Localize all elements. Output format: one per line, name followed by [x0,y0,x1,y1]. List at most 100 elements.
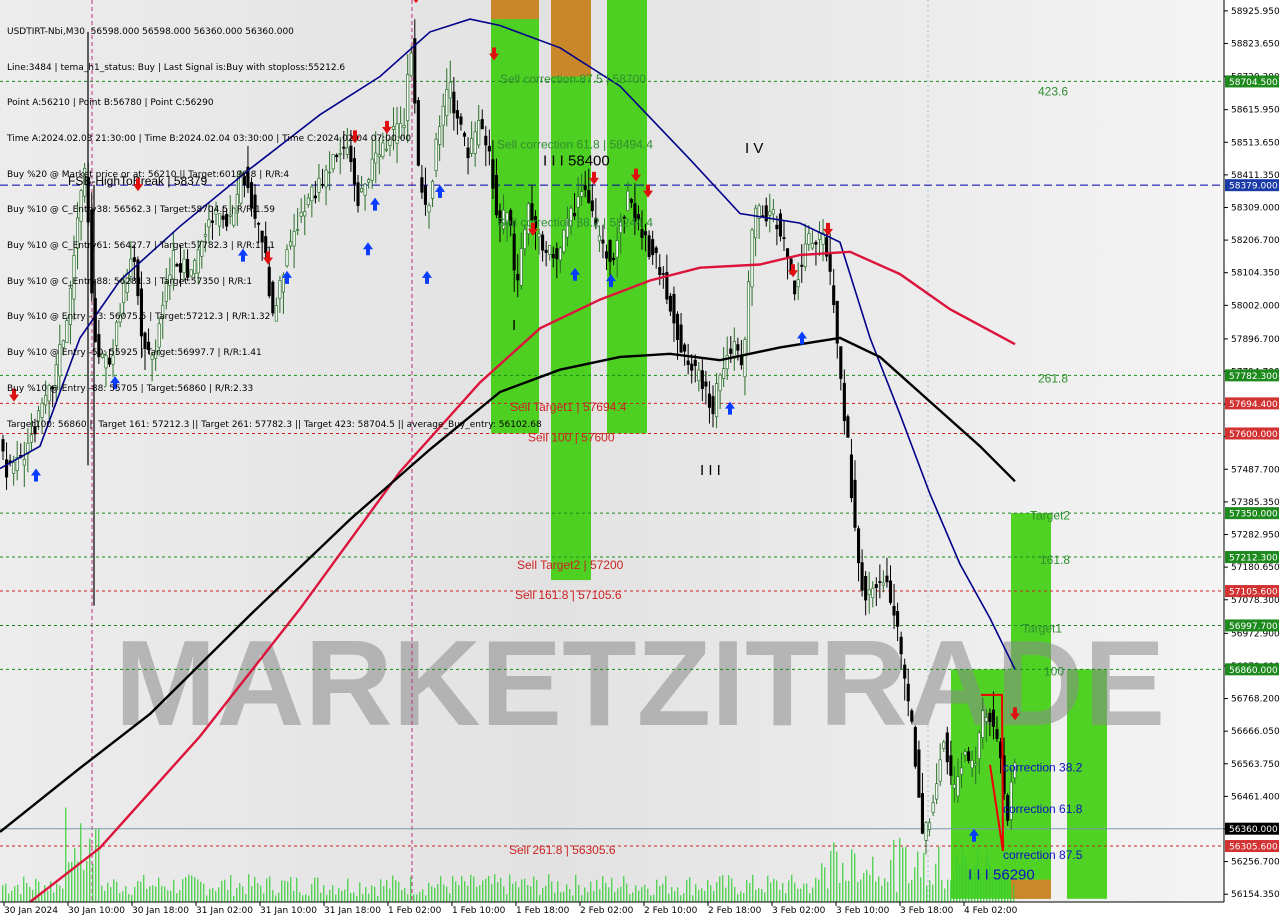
volume-bar [734,886,736,902]
volume-bar [437,884,439,902]
candle-body [729,348,733,354]
volume-bar [44,885,46,902]
volume-bar [662,883,664,902]
x-tick-label: 1 Feb 18:00 [516,906,570,916]
volume-bar [473,876,475,902]
volume-bar [896,892,898,902]
x-tick-label: 1 Feb 10:00 [452,906,506,916]
volume-bar [155,886,157,902]
volume-bar [152,885,154,902]
y-tick-label: 56768.200 [1231,695,1280,705]
volume-bar [557,881,559,902]
volume-bar [590,881,592,902]
candle-body [832,285,836,305]
volume-bar [509,874,511,902]
candle-body [544,249,548,253]
volume-bar [290,876,292,902]
candle-body [604,251,609,259]
volume-bar [302,895,304,902]
volume-bar [245,894,247,902]
volume-bar [305,894,307,902]
price-tag-label: 57694.400 [1229,400,1278,410]
volume-bar [839,882,841,902]
volume-bar [362,894,364,902]
volume-bar [212,888,214,902]
volume-bar [182,879,184,902]
volume-bar [17,884,19,902]
volume-bar [671,887,673,902]
volume-bar [179,890,181,902]
y-tick-label: 56563.750 [1231,760,1280,770]
volume-bar [299,892,301,902]
volume-bar [878,876,880,902]
volume-bar [170,890,172,902]
candle-body [903,664,907,679]
candle-body [590,200,594,212]
volume-bar [272,890,274,902]
candle-body [981,710,985,738]
candle-body [647,235,651,258]
annotation-label: 423.6 [1038,85,1068,99]
volume-bar [815,877,817,902]
volume-bar [707,879,709,902]
volume-bar [689,877,691,902]
candle-body [12,462,16,474]
volume-bar [755,889,757,902]
volume-bar [527,884,529,902]
volume-bar [203,883,205,902]
candle-body [541,234,545,251]
price-tag-label: 56305.600 [1229,843,1278,853]
signal-zone [551,0,591,77]
volume-bar [710,885,712,902]
volume-bar [719,876,721,902]
y-tick-label: 57385.350 [1231,498,1280,508]
volume-bar [257,883,259,902]
volume-bar [743,893,745,902]
volume-bar [449,893,451,902]
volume-bar [74,848,76,902]
volume-bar [233,895,235,902]
volume-bar [365,887,367,902]
price-tag-label: 57600.000 [1229,430,1278,440]
volume-bar [737,894,739,902]
candle-body [899,636,903,655]
volume-bar [617,888,619,902]
candle-body [683,344,687,352]
volume-bar [455,881,457,902]
candle-body [548,245,552,255]
volume-bar [413,894,415,902]
volume-bar [818,879,820,902]
candle-body [714,383,719,418]
volume-bar [656,879,658,902]
volume-bar [965,858,967,902]
volume-bar [224,879,226,902]
volume-bar [728,875,730,902]
volume-bar [386,879,388,902]
candle-body [956,776,960,797]
volume-bar [542,887,544,902]
x-tick-label: 3 Feb 10:00 [836,906,890,916]
volume-bar [548,874,550,902]
x-tick-label: 30 Jan 10:00 [68,906,125,916]
volume-bar [584,887,586,902]
volume-bar [920,877,922,902]
candle-body [849,454,854,499]
annotation-label: I V [745,140,763,157]
x-tick-label: 31 Jan 10:00 [260,906,317,916]
volume-bar [752,874,754,902]
annotation-label: Target2 [1030,509,1070,523]
volume-bar [788,880,790,902]
volume-bar [581,895,583,902]
y-tick-label: 56256.700 [1231,858,1280,868]
annotation-label: correction 38.2 [1003,760,1083,774]
candle-body [1,439,5,452]
volume-bar [521,879,523,902]
candle-body [562,229,566,253]
candle-body [892,605,896,616]
volume-bar [371,885,373,902]
volume-bar [419,891,421,902]
candle-body [871,587,875,599]
volume-bar [905,846,907,902]
volume-bar [77,861,79,902]
candle-body [835,301,839,344]
